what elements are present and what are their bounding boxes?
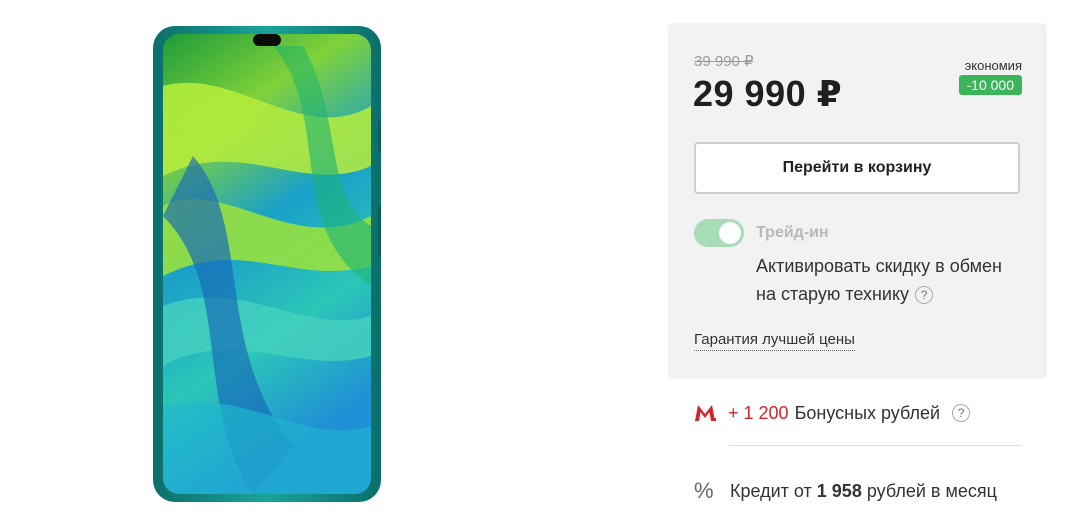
savings-label: экономия (964, 58, 1022, 73)
credit-amount: 1 958 (816, 480, 862, 501)
trade-in-title: Трейд-ин (756, 224, 829, 241)
divider (729, 445, 1022, 446)
price-panel: 39 990 ₽ 29 990 ₽ экономия -10 000 Перей… (668, 23, 1047, 379)
credit-suffix: рублей в месяц (866, 480, 997, 501)
bonus-label: Бонусных рублей (794, 402, 941, 423)
current-price: 29 990 ₽ (693, 73, 843, 114)
bonus-help-icon[interactable]: ? (952, 404, 971, 422)
trade-in-description: Активировать скидку в обмен на старую те… (756, 252, 1016, 308)
savings-badge: -10 000 (958, 75, 1022, 95)
credit-row: % Кредит от 1 958 рублей в месяц (694, 478, 997, 504)
go-to-cart-button[interactable]: Перейти в корзину (694, 142, 1020, 194)
old-price: 39 990 ₽ (694, 53, 754, 70)
bonus-amount: + 1 200 (728, 402, 789, 423)
toggle-knob (719, 222, 741, 244)
m-logo-icon (695, 405, 716, 421)
credit-prefix: Кредит от (730, 480, 812, 501)
trade-in-toggle[interactable] (694, 219, 744, 247)
trade-in-description-text: Активировать скидку в обмен на старую те… (756, 256, 1002, 304)
product-image[interactable] (153, 26, 381, 502)
percent-icon: % (694, 478, 714, 503)
bonus-row: + 1 200 Бонусных рублей ? (694, 400, 971, 426)
question-icon[interactable]: ? (915, 286, 934, 305)
best-price-guarantee-link[interactable]: Гарантия лучшей цены (694, 331, 855, 351)
